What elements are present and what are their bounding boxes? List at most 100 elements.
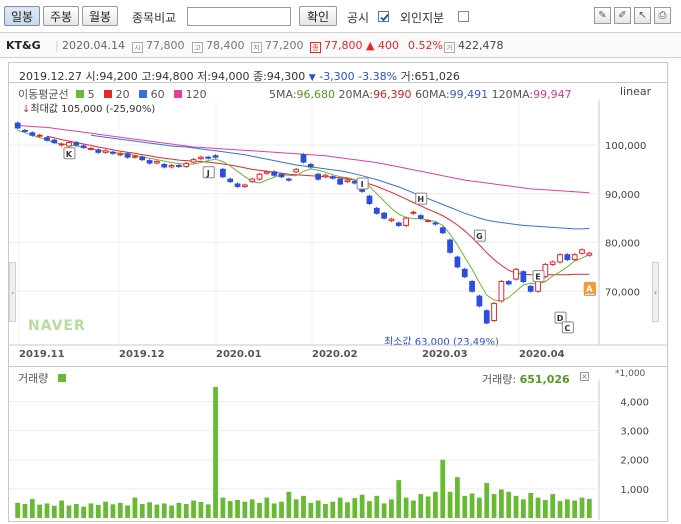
candle — [571, 254, 578, 261]
annotation-marker[interactable]: G — [473, 229, 486, 242]
candle — [432, 222, 439, 225]
candle — [22, 129, 28, 132]
volume-bar — [491, 494, 497, 518]
volume-bar — [110, 504, 116, 518]
scale-mode-label[interactable]: linear — [620, 85, 651, 98]
volume-tick-label: 4,000 — [620, 397, 649, 408]
volume-bar — [550, 494, 556, 518]
volume-bar — [249, 499, 255, 518]
candle — [425, 220, 431, 223]
candle — [586, 252, 593, 256]
candle — [395, 222, 402, 226]
candle — [344, 179, 351, 183]
annotation-marker[interactable]: A — [583, 281, 596, 294]
candle — [241, 184, 248, 187]
volume-bar — [191, 500, 196, 518]
candle — [154, 161, 160, 164]
stock-info-bar: KT&G | 2020.04.14 시 77,800 고 78,400 저 77,20… — [0, 32, 681, 58]
candle — [322, 174, 329, 178]
candle — [454, 256, 461, 268]
volume-bar — [330, 501, 336, 518]
date-tick-label: 2020.04 — [519, 349, 565, 360]
candle — [439, 227, 446, 234]
volume-bar — [176, 502, 182, 518]
volume-chart[interactable]: 4,000 3,000 2,000 1,000 — [9, 380, 667, 520]
annotation-marker[interactable]: K — [63, 147, 76, 160]
ma60-swatch — [139, 90, 148, 98]
annotation-marker[interactable]: J — [202, 166, 215, 179]
date-tick-label: 2020.02 — [312, 349, 358, 360]
price-tick-label: 80,000 — [605, 239, 640, 250]
stock-date: 2020.04.14 — [62, 39, 125, 52]
volume-bar — [367, 501, 372, 518]
svg-text:G: G — [476, 232, 483, 241]
volume-bar — [117, 502, 123, 518]
disclosure-checkbox[interactable] — [378, 11, 389, 22]
volume-tick-label: 1,000 — [620, 485, 649, 496]
disclosure-label: 공시 — [347, 11, 370, 25]
volume-bar — [528, 492, 534, 518]
volume-bar — [520, 499, 526, 518]
volume-bar — [425, 496, 431, 518]
volume-bar — [183, 504, 189, 518]
candle — [14, 122, 21, 129]
annotation-marker[interactable]: E — [532, 270, 545, 283]
daily-period-button[interactable]: 일봉 — [4, 6, 40, 26]
low-price: 저 77,200 — [251, 39, 304, 53]
volume-bar — [227, 501, 233, 518]
cursor-icon[interactable]: ↖ — [634, 7, 651, 24]
candle — [278, 173, 285, 178]
open-price: 시 77,800 — [132, 39, 185, 53]
volume-bar — [579, 497, 585, 518]
candle — [315, 173, 322, 180]
volume-bar — [51, 505, 57, 518]
candle — [351, 181, 358, 184]
candle — [110, 151, 116, 154]
candle — [249, 178, 256, 183]
price-tick-label: 70,000 — [605, 287, 640, 298]
annotation-marker[interactable]: I — [356, 177, 369, 190]
volume-bar — [220, 497, 226, 518]
divider: | — [55, 39, 59, 52]
candle — [579, 249, 585, 254]
volume-bar — [169, 505, 174, 518]
volume-bar — [352, 498, 358, 518]
svg-text:H: H — [417, 195, 424, 204]
volume-bar — [139, 504, 145, 518]
volume-bar — [586, 499, 592, 518]
volume-bar — [257, 502, 262, 518]
volume: 거 422,478 — [444, 39, 504, 53]
candle — [139, 156, 146, 161]
price-chart[interactable]: KJIHGEDCBA 100,00090,00080,00070,000 201… — [9, 100, 667, 360]
ma120-swatch — [174, 90, 183, 98]
tool-icon[interactable]: ✎ — [594, 7, 611, 24]
volume-bar — [440, 459, 446, 518]
volume-bar — [499, 489, 504, 518]
print-icon[interactable]: ⎙ — [654, 7, 671, 24]
annotation-marker[interactable]: H — [415, 192, 428, 205]
candle — [498, 281, 505, 302]
weekly-period-button[interactable]: 주봉 — [43, 6, 79, 26]
compare-input[interactable] — [187, 7, 291, 26]
check-icon — [380, 13, 389, 22]
volume-bar — [308, 502, 314, 518]
price-change-pct: 0.52% — [408, 39, 443, 52]
divider — [9, 82, 667, 83]
volume-bar — [95, 504, 101, 518]
candle — [88, 147, 94, 150]
confirm-button[interactable]: 확인 — [299, 6, 337, 26]
candle — [373, 207, 380, 214]
draw-icon[interactable]: ✐ — [614, 7, 631, 24]
volume-bar — [381, 503, 387, 518]
candle — [80, 145, 87, 148]
volume-bar — [29, 499, 35, 518]
open-icon: 시 — [132, 42, 143, 53]
price-tick-label: 100,000 — [605, 141, 646, 152]
volume-bar — [542, 499, 548, 518]
svg-text:I: I — [361, 180, 364, 189]
foreign-checkbox[interactable] — [458, 11, 469, 22]
candle — [271, 171, 278, 176]
monthly-period-button[interactable]: 월봉 — [82, 6, 118, 26]
annotation-marker[interactable]: C — [561, 321, 574, 334]
volume-bar — [66, 505, 72, 518]
